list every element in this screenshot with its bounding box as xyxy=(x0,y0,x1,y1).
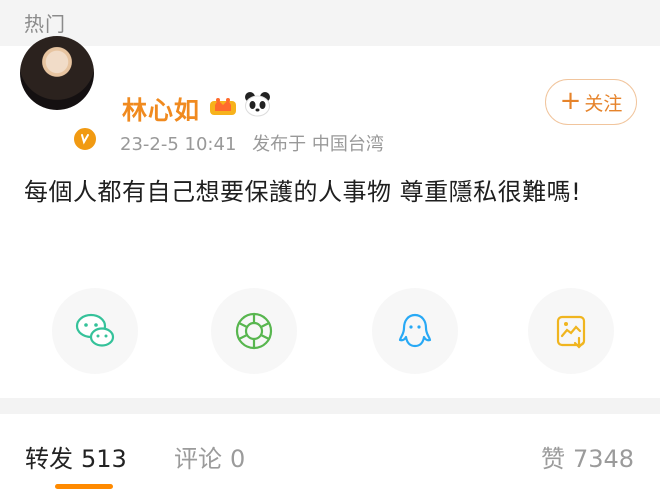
tab-repost[interactable]: 转发 513 xyxy=(25,439,127,474)
crown-icon xyxy=(210,98,236,115)
divider xyxy=(0,398,660,414)
top-title: 热门 xyxy=(24,12,66,36)
moments-icon xyxy=(235,312,273,350)
username[interactable]: 林心如 xyxy=(122,91,200,127)
share-row xyxy=(0,288,660,376)
verified-icon xyxy=(81,134,89,145)
post-location: 发布于 中国台湾 xyxy=(252,134,384,155)
comment-count: 0 xyxy=(230,445,246,473)
panda-icon xyxy=(245,92,270,117)
share-wechat-button[interactable] xyxy=(52,288,138,374)
share-qq-button[interactable] xyxy=(372,288,458,374)
avatar[interactable] xyxy=(20,36,94,110)
verified-badge xyxy=(72,126,98,152)
top-bar: 热门 xyxy=(0,0,660,46)
post-meta: 23-2-5 10:41 发布于 中国台湾 xyxy=(120,130,394,156)
follow-button[interactable]: + 关注 xyxy=(545,79,637,125)
repost-count: 513 xyxy=(81,445,127,473)
tab-like[interactable]: 赞 7348 xyxy=(541,439,634,474)
post-time: 23-2-5 10:41 xyxy=(120,134,237,155)
repost-label: 转发 xyxy=(25,445,73,473)
share-moments-button[interactable] xyxy=(211,288,297,374)
like-count: 7348 xyxy=(573,445,635,473)
qq-icon xyxy=(398,313,432,348)
follow-label: 关注 xyxy=(584,92,623,115)
tab-comment[interactable]: 评论 0 xyxy=(174,439,245,474)
active-tab-indicator xyxy=(55,484,113,489)
share-save-image-button[interactable] xyxy=(528,288,614,374)
save-image-icon xyxy=(556,315,586,349)
plus-icon: + xyxy=(559,86,582,116)
comment-label: 评论 xyxy=(174,445,222,473)
wechat-icon xyxy=(75,313,115,347)
like-label: 赞 xyxy=(541,445,565,473)
post-content: 每個人都有自己想要保護的人事物 尊重隱私很難嗎! xyxy=(24,178,582,206)
stats-bar: 转发 513 评论 0 赞 7348 xyxy=(0,414,660,495)
